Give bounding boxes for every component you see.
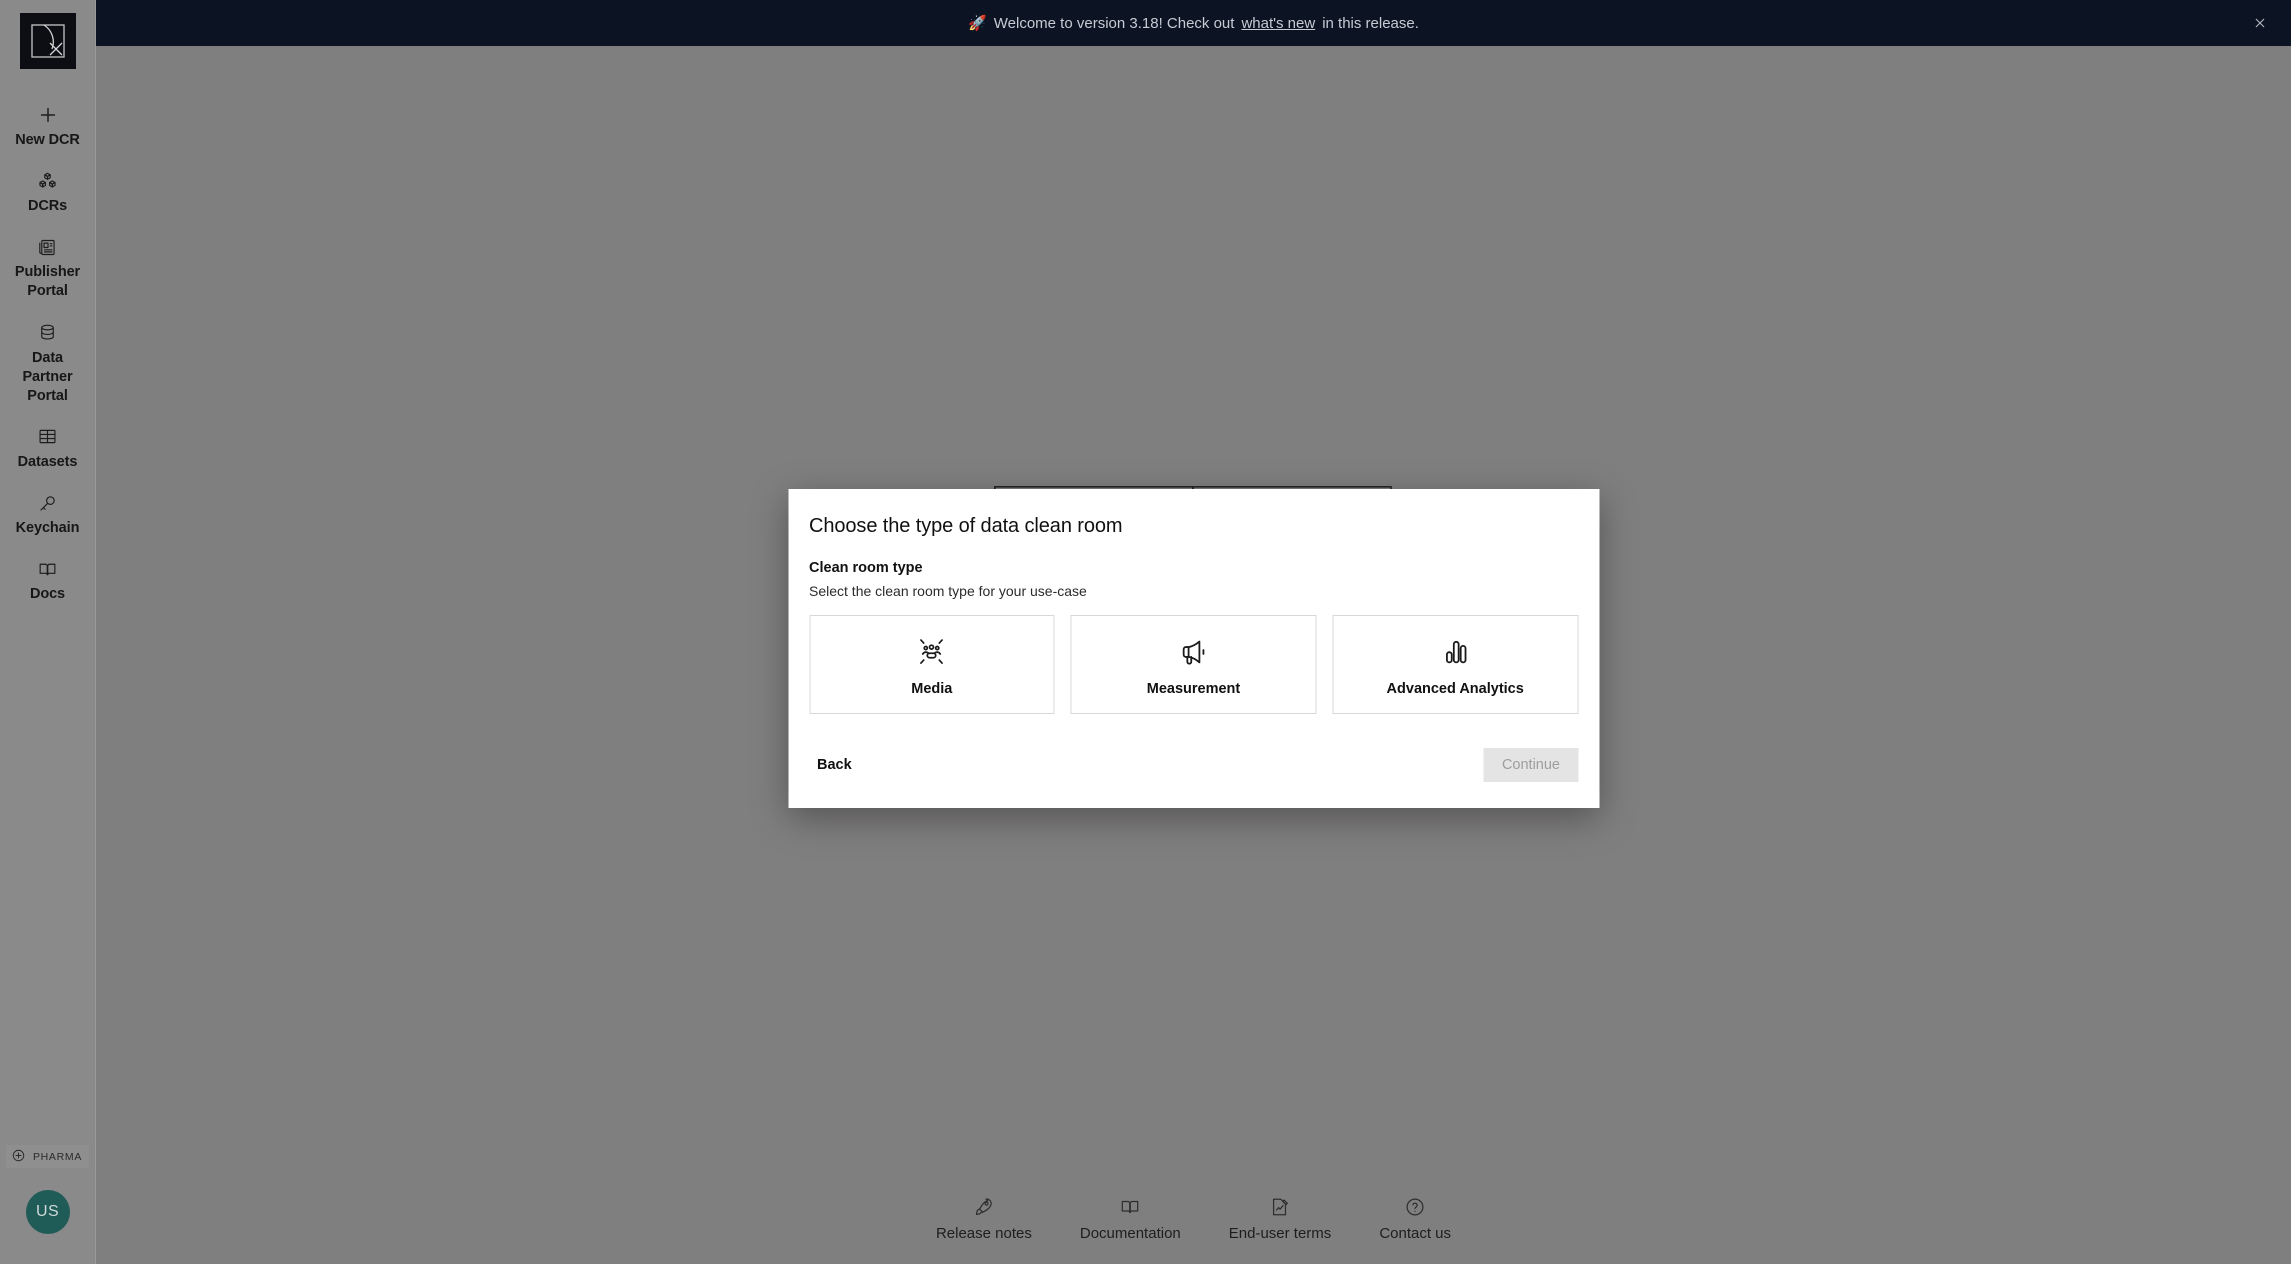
sidebar-item-publisher-portal[interactable]: Publisher Portal bbox=[0, 225, 95, 310]
sidebar-item-new-dcr[interactable]: New DCR bbox=[0, 93, 95, 159]
avatar[interactable]: US bbox=[25, 1190, 70, 1234]
back-button[interactable]: Back bbox=[809, 749, 860, 781]
modal-footer: Back Continue bbox=[788, 748, 1599, 808]
continue-button[interactable]: Continue bbox=[1483, 748, 1578, 782]
org-badge[interactable]: PHARMA bbox=[5, 1145, 90, 1168]
announcement-banner: 🚀 Welcome to version 3.18! Check out wha… bbox=[96, 0, 2291, 46]
option-card-label: Advanced Analytics bbox=[1386, 680, 1524, 697]
section-title: Clean room type bbox=[809, 560, 923, 576]
sidebar-item-data-partner-portal[interactable]: Data Partner Portal bbox=[0, 311, 95, 415]
announcement-text: 🚀 Welcome to version 3.18! Check out wha… bbox=[968, 14, 1419, 33]
book-icon bbox=[1118, 1195, 1142, 1219]
sidebar-item-label: Datasets bbox=[17, 453, 78, 470]
database-icon bbox=[35, 320, 61, 346]
section-subtitle: Select the clean room type for your use-… bbox=[809, 583, 1087, 599]
sidebar-item-docs[interactable]: Docs bbox=[0, 547, 95, 613]
megaphone-icon bbox=[1174, 633, 1214, 671]
whats-new-link[interactable]: what's new bbox=[1241, 15, 1315, 32]
option-card-measurement[interactable]: Measurement bbox=[1070, 615, 1317, 714]
footer-item-end-user-terms[interactable]: End-user terms bbox=[1228, 1195, 1332, 1242]
announcement-suffix: in this release. bbox=[1322, 14, 1419, 32]
announcement-prefix: Welcome to version 3.18! Check out bbox=[993, 14, 1235, 32]
plus-icon bbox=[35, 102, 61, 128]
footer-item-label: Documentation bbox=[1079, 1225, 1181, 1242]
option-card-advanced-analytics[interactable]: Advanced Analytics bbox=[1332, 615, 1579, 714]
modal-body: Clean room type Select the clean room ty… bbox=[788, 538, 1599, 714]
avatar-initials: US bbox=[35, 1203, 60, 1220]
sidebar-footer: PHARMA US bbox=[0, 1145, 95, 1264]
option-card-label: Media bbox=[911, 680, 953, 697]
sidebar-item-datasets[interactable]: Datasets bbox=[0, 415, 95, 481]
sidebar-item-label: DCRs bbox=[27, 198, 68, 215]
footer-links: Release notes Documentation End-user ter… bbox=[96, 1195, 2291, 1242]
sidebar-nav: New DCR DCRs Publisher Portal Data Partn… bbox=[0, 93, 95, 613]
people-burst-icon bbox=[912, 633, 952, 671]
sidebar-item-label: Data Partner Portal bbox=[22, 349, 73, 404]
key-icon bbox=[35, 490, 61, 516]
footer-item-release-notes[interactable]: Release notes bbox=[936, 1195, 1032, 1242]
question-circle-icon bbox=[1403, 1195, 1427, 1219]
footer-item-label: End-user terms bbox=[1228, 1225, 1332, 1242]
sidebar-item-label: Docs bbox=[29, 586, 66, 603]
footer-item-label: Contact us bbox=[1379, 1225, 1452, 1242]
footer-item-documentation[interactable]: Documentation bbox=[1080, 1195, 1181, 1242]
sidebar-item-dcrs[interactable]: DCRs bbox=[0, 159, 95, 225]
signed-doc-icon bbox=[1268, 1195, 1292, 1219]
sidebar-item-keychain[interactable]: Keychain bbox=[0, 481, 95, 547]
newspaper-icon bbox=[35, 234, 61, 260]
main-area: 🚀 Welcome to version 3.18! Check out wha… bbox=[96, 0, 2291, 1264]
book-icon bbox=[35, 556, 61, 582]
rocket-icon bbox=[972, 1195, 996, 1219]
circle-plus-icon bbox=[11, 1148, 28, 1165]
cubes-icon bbox=[35, 168, 61, 194]
table-icon bbox=[35, 424, 61, 450]
modal-title: Choose the type of data clean room bbox=[809, 515, 1123, 537]
org-badge-label: PHARMA bbox=[32, 1150, 83, 1163]
app-logo[interactable] bbox=[19, 13, 76, 69]
app-root: New DCR DCRs Publisher Portal Data Partn… bbox=[0, 0, 2291, 1264]
sidebar-item-label: New DCR bbox=[15, 132, 80, 148]
sidebar-item-label: Keychain bbox=[15, 520, 80, 536]
sidebar: New DCR DCRs Publisher Portal Data Partn… bbox=[0, 0, 96, 1264]
sidebar-item-label: Publisher Portal bbox=[14, 264, 81, 300]
clean-room-type-options: Media Measurement Advanced Analytics bbox=[809, 615, 1579, 714]
close-icon[interactable] bbox=[2247, 10, 2273, 36]
rocket-emoji-icon: 🚀 bbox=[968, 15, 987, 32]
bar-chart-icon bbox=[1435, 633, 1475, 671]
choose-clean-room-type-dialog: Choose the type of data clean room Clean… bbox=[788, 489, 1599, 808]
modal-header: Choose the type of data clean room bbox=[788, 489, 1599, 538]
option-card-media[interactable]: Media bbox=[809, 615, 1055, 714]
option-card-label: Measurement bbox=[1146, 680, 1241, 697]
footer-item-contact-us[interactable]: Contact us bbox=[1379, 1195, 1451, 1242]
footer-item-label: Release notes bbox=[935, 1225, 1032, 1242]
